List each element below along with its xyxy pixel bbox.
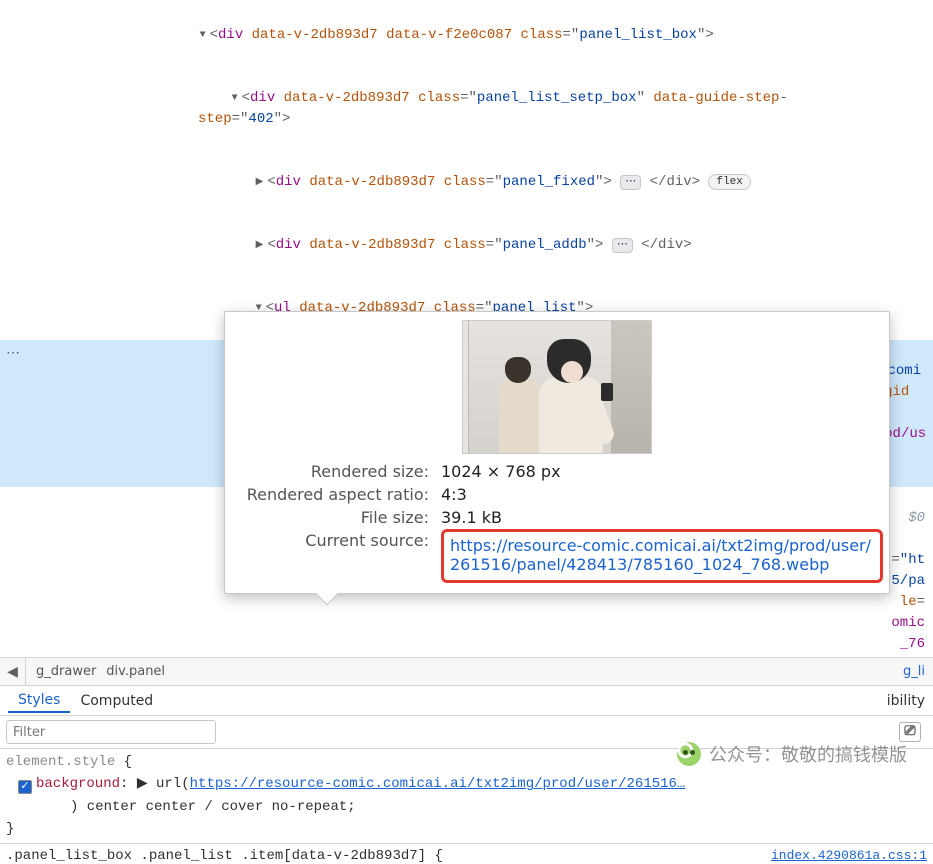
breadcrumb-item-active[interactable]: g_li: [903, 664, 933, 679]
tooltip-label-rendered-size: Rendered size:: [225, 460, 435, 483]
rule-selector-label: element.style: [6, 754, 115, 770]
highlight-red-box: https://resource-comic.comicai.ai/txt2im…: [441, 529, 883, 583]
rule-selector-label: .panel_list_box .panel_list .item[data-v…: [6, 848, 443, 864]
tab-styles[interactable]: Styles: [8, 688, 70, 713]
breadcrumb-item[interactable]: div.panel: [106, 664, 165, 679]
stylesheet-source-link[interactable]: index.4290861a.css:1: [771, 848, 927, 863]
dom-node-div-panel-list-box[interactable]: <div data-v-2db893d7 data-v-f2e0c087 cla…: [0, 4, 933, 67]
tooltip-value-filesize: 39.1 kB: [435, 506, 889, 529]
dom-node-div-step-box[interactable]: <div data-v-2db893d7 class="panel_list_s…: [0, 67, 933, 151]
toggle-hover-button[interactable]: ⎚: [899, 722, 921, 742]
tooltip-source-link[interactable]: https://resource-comic.comicai.ai/txt2im…: [450, 536, 871, 574]
styles-filter-row: ⎚: [0, 716, 933, 749]
tooltip-value-aspect: 4:3: [435, 483, 889, 506]
ellipsis-badge[interactable]: ⋯: [612, 238, 633, 253]
property-enabled-checkbox[interactable]: [18, 780, 32, 794]
dom-node-fragment: omic: [0, 613, 933, 634]
styles-rule-panel-list-item[interactable]: .panel_list_box .panel_list .item[data-v…: [0, 844, 933, 864]
expand-url-caret[interactable]: ▶: [137, 776, 148, 792]
styles-rule-element-style[interactable]: element.style { background: ▶ url(https:…: [0, 749, 933, 844]
css-value-rest: ) center center / cover no-repeat;: [70, 799, 356, 815]
styles-filter-input[interactable]: [6, 720, 216, 744]
css-url-link[interactable]: https://resource-comic.comicai.ai/txt2im…: [190, 776, 686, 792]
dom-node-fragment: le=: [0, 592, 933, 613]
ellipsis-badge[interactable]: ⋯: [620, 175, 641, 190]
tooltip-label-filesize: File size:: [225, 506, 435, 529]
image-preview-tooltip: Rendered size: 1024 × 768 px Rendered as…: [224, 311, 890, 594]
tab-computed[interactable]: Computed: [70, 689, 163, 712]
breadcrumb-scroll-left-icon[interactable]: ◀: [0, 658, 26, 685]
dom-node-fragment: _76: [0, 634, 933, 655]
styles-tabs: Styles Computed ibility: [0, 686, 933, 716]
breadcrumb-item[interactable]: g_drawer: [36, 664, 96, 679]
tooltip-value-rendered-size: 1024 × 768 px: [435, 460, 889, 483]
tab-truncated[interactable]: ibility: [877, 689, 925, 712]
flex-badge[interactable]: flex: [708, 174, 750, 190]
dom-node-div-panel-fixed[interactable]: <div data-v-2db893d7 class="panel_fixed"…: [0, 151, 933, 214]
node-actions-icon[interactable]: ⋯: [6, 344, 21, 365]
tooltip-label-aspect: Rendered aspect ratio:: [225, 483, 435, 506]
dom-node-div-panel-addb[interactable]: <div data-v-2db893d7 class="panel_addb">…: [0, 214, 933, 277]
hover-icon: ⎚: [904, 724, 915, 740]
tooltip-label-source: Current source:: [225, 529, 435, 585]
rule-close-brace: }: [6, 821, 14, 837]
image-preview-thumbnail: [462, 320, 652, 454]
css-property-name[interactable]: background: [36, 776, 120, 792]
breadcrumb: ◀ g_drawer div.panel g_li: [0, 657, 933, 686]
